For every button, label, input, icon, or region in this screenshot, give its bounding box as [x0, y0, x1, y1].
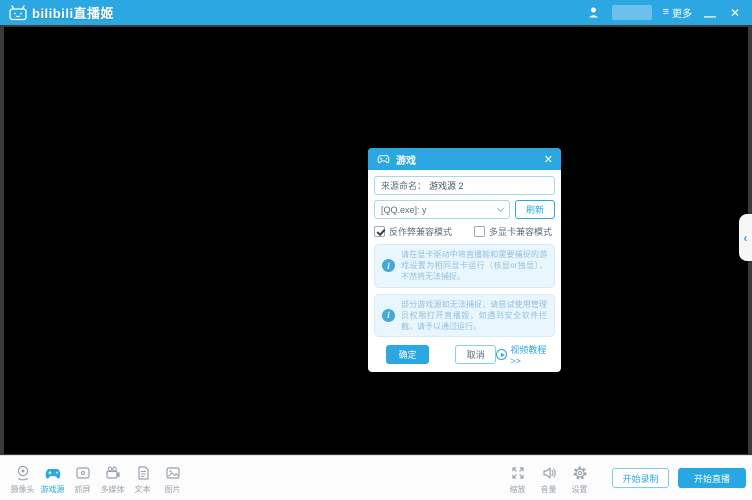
- hamburger-icon: ≡: [663, 7, 669, 18]
- source-image[interactable]: 图片: [158, 462, 187, 495]
- anticheat-checkbox[interactable]: 反作弊兼容模式: [374, 225, 452, 238]
- username-area[interactable]: [612, 5, 652, 20]
- notice-gpu-text: 请在显卡驱动中将直播姬和需要捕捉的游戏设置为相同显卡运行（核显or独显），不然将…: [401, 249, 547, 283]
- source-name-input[interactable]: 来源命名： 游戏源 2: [374, 176, 555, 195]
- source-image-label: 图片: [165, 484, 181, 495]
- tool-buttons: 缩放 音量 设置: [503, 462, 594, 495]
- minimize-button[interactable]: —: [703, 10, 717, 22]
- source-media[interactable]: 多媒体: [98, 462, 127, 495]
- tutorial-label: 视频教程>>: [510, 343, 553, 366]
- source-game-label: 游戏源: [41, 484, 65, 495]
- screen-capture-icon: [74, 464, 92, 482]
- user-icon[interactable]: [586, 5, 601, 20]
- process-select-value: [QQ.exe]: y: [381, 205, 427, 215]
- media-camera-icon: [104, 464, 122, 482]
- ok-button[interactable]: 确定: [386, 345, 429, 364]
- speaker-icon: [540, 464, 558, 482]
- close-button[interactable]: ✕: [728, 7, 742, 19]
- source-camera-label: 摄像头: [11, 484, 35, 495]
- gear-icon: [571, 464, 589, 482]
- process-select[interactable]: [QQ.exe]: y: [374, 200, 510, 219]
- picture-icon: [164, 464, 182, 482]
- app-logo: bilibili直播姬: [8, 3, 114, 22]
- source-text-label: 文本: [135, 484, 151, 495]
- source-camera[interactable]: 摄像头: [8, 462, 37, 495]
- more-label: 更多: [672, 5, 692, 20]
- cancel-button[interactable]: 取消: [455, 345, 496, 364]
- start-record-button[interactable]: 开始录制: [612, 468, 669, 488]
- source-screen-capture-label: 抓屏: [75, 484, 91, 495]
- source-name-label: 来源命名：: [381, 179, 426, 192]
- volume-tool-label: 音量: [541, 484, 557, 495]
- dialog-header: 游戏 ✕: [368, 148, 561, 170]
- multigpu-checkbox[interactable]: 多显卡兼容模式: [474, 225, 552, 238]
- multigpu-label: 多显卡兼容模式: [489, 225, 552, 238]
- notice-gpu: i 请在显卡驱动中将直播姬和需要捕捉的游戏设置为相同显卡运行（核显or独显），不…: [374, 244, 555, 288]
- source-text[interactable]: 文本: [128, 462, 157, 495]
- gamepad-icon: [376, 154, 391, 165]
- tv-logo-icon: [8, 5, 28, 21]
- text-doc-icon: [134, 464, 152, 482]
- notice-admin: i 部分游戏源如无法捕捉，请尝试使用管理员权限打开直播姬，如遇到安全软件拦截，请…: [374, 294, 555, 338]
- zoom-tool-label: 缩放: [510, 484, 526, 495]
- refresh-button[interactable]: 刷新: [515, 200, 555, 219]
- notice-admin-text: 部分游戏源如无法捕捉，请尝试使用管理员权限打开直播姬，如遇到安全软件拦截，请予以…: [401, 299, 547, 333]
- info-icon: i: [382, 259, 395, 272]
- zoom-tool[interactable]: 缩放: [503, 462, 532, 495]
- start-live-button[interactable]: 开始直播: [678, 468, 746, 488]
- settings-tool-label: 设置: [572, 484, 588, 495]
- expand-arrows-icon: [509, 464, 527, 482]
- dialog-close-icon[interactable]: ✕: [544, 153, 553, 166]
- panel-collapse-handle[interactable]: ‹: [739, 214, 752, 261]
- volume-tool[interactable]: 音量: [534, 462, 563, 495]
- chevron-left-icon: ‹: [744, 231, 748, 245]
- source-name-value: 游戏源 2: [429, 179, 464, 192]
- anticheat-label: 反作弊兼容模式: [389, 225, 452, 238]
- chevron-down-icon: [497, 204, 504, 211]
- webcam-icon: [14, 464, 32, 482]
- checkbox-unchecked-icon[interactable]: [474, 226, 485, 237]
- video-tutorial-link[interactable]: 视频教程>>: [496, 343, 553, 366]
- gamepad-icon: [44, 464, 62, 482]
- dialog-title: 游戏: [396, 152, 416, 167]
- bottom-toolbar: 摄像头 游戏源 抓屏 多媒体: [0, 455, 752, 500]
- source-game[interactable]: 游戏源: [38, 462, 67, 495]
- settings-tool[interactable]: 设置: [565, 462, 594, 495]
- play-circle-icon: [496, 349, 507, 360]
- game-source-dialog: 游戏 ✕ 来源命名： 游戏源 2 [QQ.exe]: y 刷新 反作弊兼容模式 …: [368, 148, 561, 372]
- app-title: bilibili直播姬: [32, 3, 114, 22]
- checkbox-checked-icon[interactable]: [374, 226, 385, 237]
- source-buttons: 摄像头 游戏源 抓屏 多媒体: [8, 462, 187, 495]
- source-media-label: 多媒体: [101, 484, 125, 495]
- info-icon: i: [382, 309, 395, 322]
- more-menu-button[interactable]: ≡ 更多: [663, 5, 692, 20]
- source-screen-capture[interactable]: 抓屏: [68, 462, 97, 495]
- titlebar: bilibili直播姬 ≡ 更多 — ✕: [0, 0, 752, 25]
